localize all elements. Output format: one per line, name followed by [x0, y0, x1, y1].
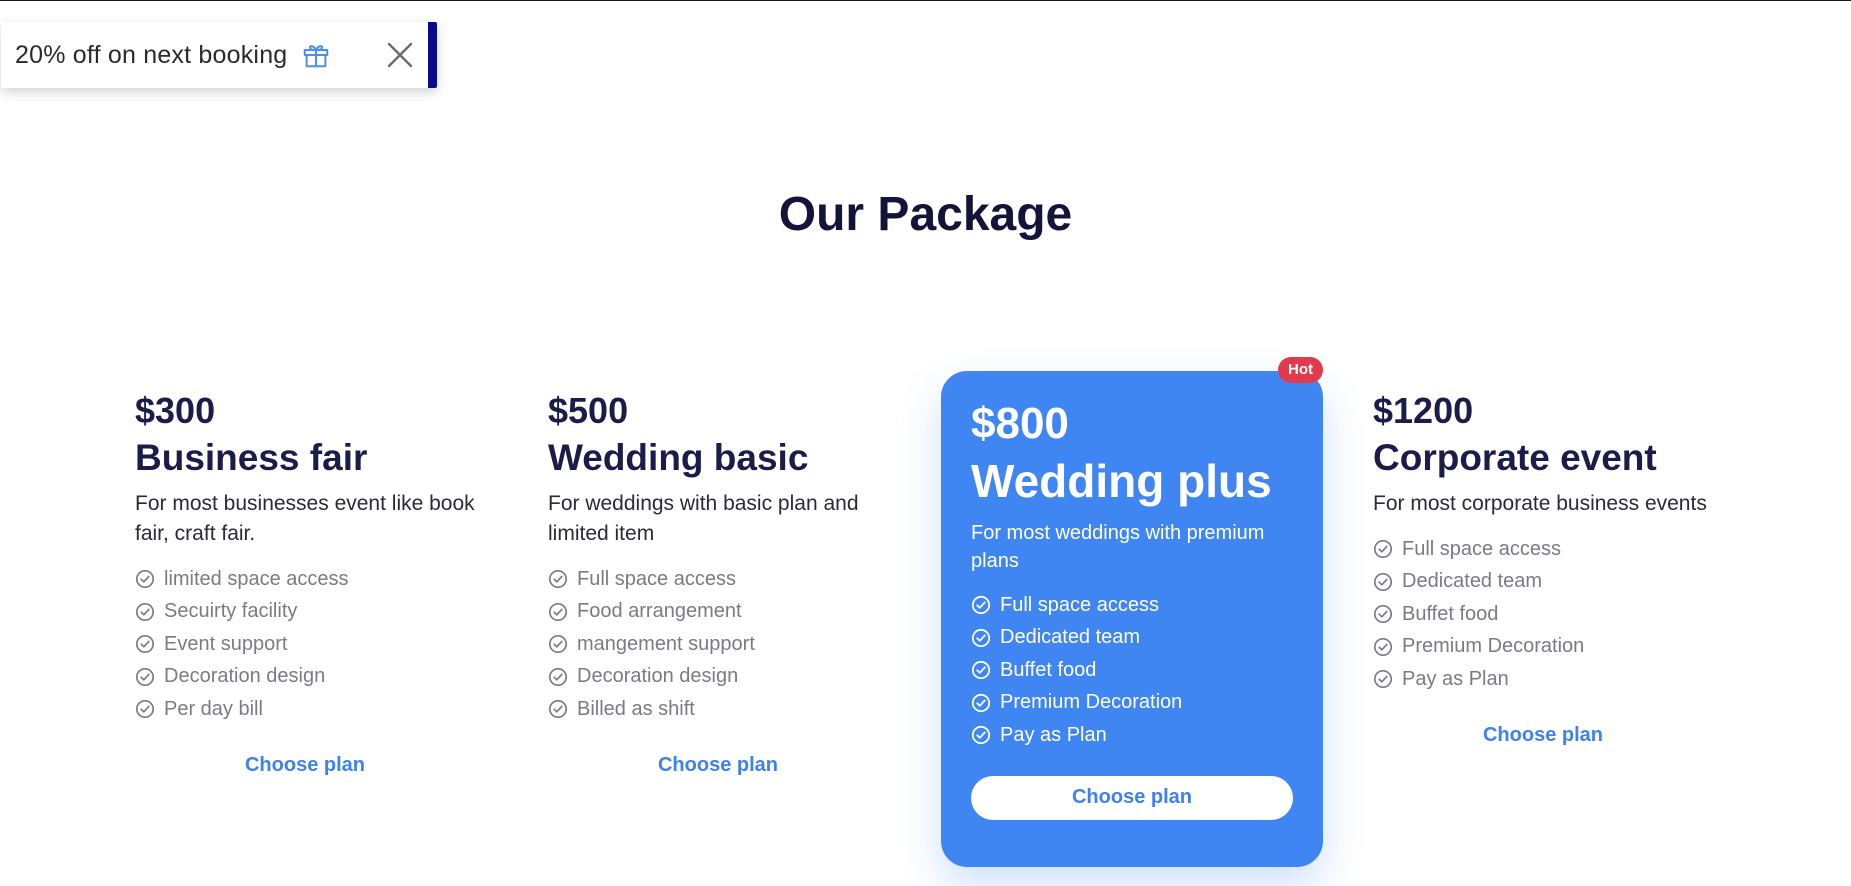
plan-description: For weddings with basic plan and limited… [548, 492, 859, 545]
feature-item: Food arrangement [548, 596, 888, 629]
choose-plan-button[interactable]: Choose plan [135, 754, 475, 777]
check-circle-icon [1373, 539, 1393, 559]
plan-description: For most businesses event like book fair… [135, 492, 475, 545]
feature-text: Buffet food [1000, 658, 1097, 681]
feature-text: mangement support [577, 632, 755, 655]
plan-name: Corporate event [1373, 437, 1657, 478]
choose-plan-button[interactable]: Choose plan [971, 775, 1293, 820]
feature-text: Buffet food [1402, 602, 1499, 625]
plan-name: Wedding basic [548, 437, 809, 478]
plan-price: $300 [135, 390, 216, 431]
hot-badge: Hot [1278, 357, 1323, 383]
check-circle-icon [548, 634, 568, 654]
feature-text: Pay as Plan [1000, 723, 1107, 746]
feature-item: Buffet food [1373, 598, 1713, 631]
check-circle-icon [971, 725, 991, 745]
feature-item: Dedicated team [1373, 566, 1713, 599]
check-circle-icon [971, 693, 991, 713]
feature-list: limited space access Secuirty facility E… [135, 563, 475, 726]
choose-plan-button[interactable]: Choose plan [548, 754, 888, 777]
feature-item: Buffet food [971, 654, 1293, 687]
feature-text: Dedicated team [1000, 626, 1141, 649]
feature-item: Per day bill [135, 693, 475, 726]
feature-text: Event support [164, 632, 288, 655]
check-circle-icon [971, 595, 991, 615]
plan-card-business-fair: $300 Business fair For most businesses e… [135, 389, 475, 777]
plan-card-corporate-event: $1200 Corporate event For most corporate… [1373, 389, 1713, 747]
feature-text: Pay as Plan [1402, 667, 1509, 690]
feature-text: Decoration design [577, 665, 739, 688]
feature-item: Event support [135, 628, 475, 661]
feature-text: Per day bill [164, 697, 263, 720]
close-icon [386, 41, 414, 69]
plan-name: Wedding plus [971, 455, 1272, 507]
feature-item: Billed as shift [548, 693, 888, 726]
feature-item: limited space access [135, 563, 475, 596]
check-circle-icon [548, 569, 568, 589]
check-circle-icon [548, 667, 568, 687]
feature-text: limited space access [164, 567, 349, 590]
check-circle-icon [1373, 604, 1393, 624]
feature-text: Decoration design [164, 665, 326, 688]
feature-text: Secuirty facility [164, 600, 298, 623]
feature-list: Full space access Dedicated team Buffet … [971, 589, 1293, 752]
feature-item: Full space access [971, 589, 1293, 622]
plan-description: For most corporate business events [1373, 492, 1707, 515]
choose-plan-button[interactable]: Choose plan [1373, 724, 1713, 747]
feature-list: Full space access Dedicated team Buffet … [1373, 533, 1713, 696]
check-circle-icon [135, 602, 155, 622]
feature-item: Full space access [1373, 533, 1713, 566]
plan-price: $500 [548, 390, 629, 431]
feature-item: Decoration design [135, 661, 475, 694]
feature-item: Full space access [548, 563, 888, 596]
toast-accent-bar [428, 22, 437, 88]
feature-text: Premium Decoration [1402, 635, 1585, 658]
promo-text: 20% off on next booking [15, 40, 288, 69]
feature-text: Full space access [577, 567, 736, 590]
feature-text: Billed as shift [577, 697, 695, 720]
feature-item: mangement support [548, 628, 888, 661]
feature-list: Full space access Food arrangement mange… [548, 563, 888, 726]
check-circle-icon [1373, 637, 1393, 657]
plan-description: For most weddings with premium plans [971, 522, 1265, 572]
feature-item: Dedicated team [971, 622, 1293, 655]
feature-item: Premium Decoration [1373, 631, 1713, 664]
feature-text: Premium Decoration [1000, 691, 1183, 714]
plan-name: Business fair [135, 437, 368, 478]
check-circle-icon [1373, 669, 1393, 689]
page: 20% off on next booking Our Package $300 [0, 0, 1851, 886]
feature-text: Full space access [1000, 593, 1159, 616]
promo-toast: 20% off on next booking [1, 22, 437, 88]
gift-icon [301, 40, 331, 70]
check-circle-icon [971, 660, 991, 680]
feature-item: Pay as Plan [971, 719, 1293, 752]
plan-price: $800 [971, 399, 1069, 448]
check-circle-icon [135, 569, 155, 589]
feature-text: Full space access [1402, 537, 1561, 560]
feature-item: Secuirty facility [135, 596, 475, 629]
feature-text: Dedicated team [1402, 570, 1543, 593]
check-circle-icon [1373, 572, 1393, 592]
plan-card-wedding-plus: Hot $800 Wedding plus For most weddings … [941, 357, 1323, 867]
check-circle-icon [548, 699, 568, 719]
feature-text: Food arrangement [577, 600, 742, 623]
feature-item: Decoration design [548, 661, 888, 694]
close-button[interactable] [385, 40, 415, 70]
feature-item: Pay as Plan [1373, 663, 1713, 696]
section-title: Our Package [778, 188, 1073, 241]
check-circle-icon [135, 634, 155, 654]
check-circle-icon [135, 667, 155, 687]
check-circle-icon [135, 699, 155, 719]
plan-card-wedding-basic: $500 Wedding basic For weddings with bas… [548, 389, 888, 777]
check-circle-icon [971, 628, 991, 648]
feature-item: Premium Decoration [971, 687, 1293, 720]
plan-price: $1200 [1373, 390, 1474, 431]
check-circle-icon [548, 602, 568, 622]
